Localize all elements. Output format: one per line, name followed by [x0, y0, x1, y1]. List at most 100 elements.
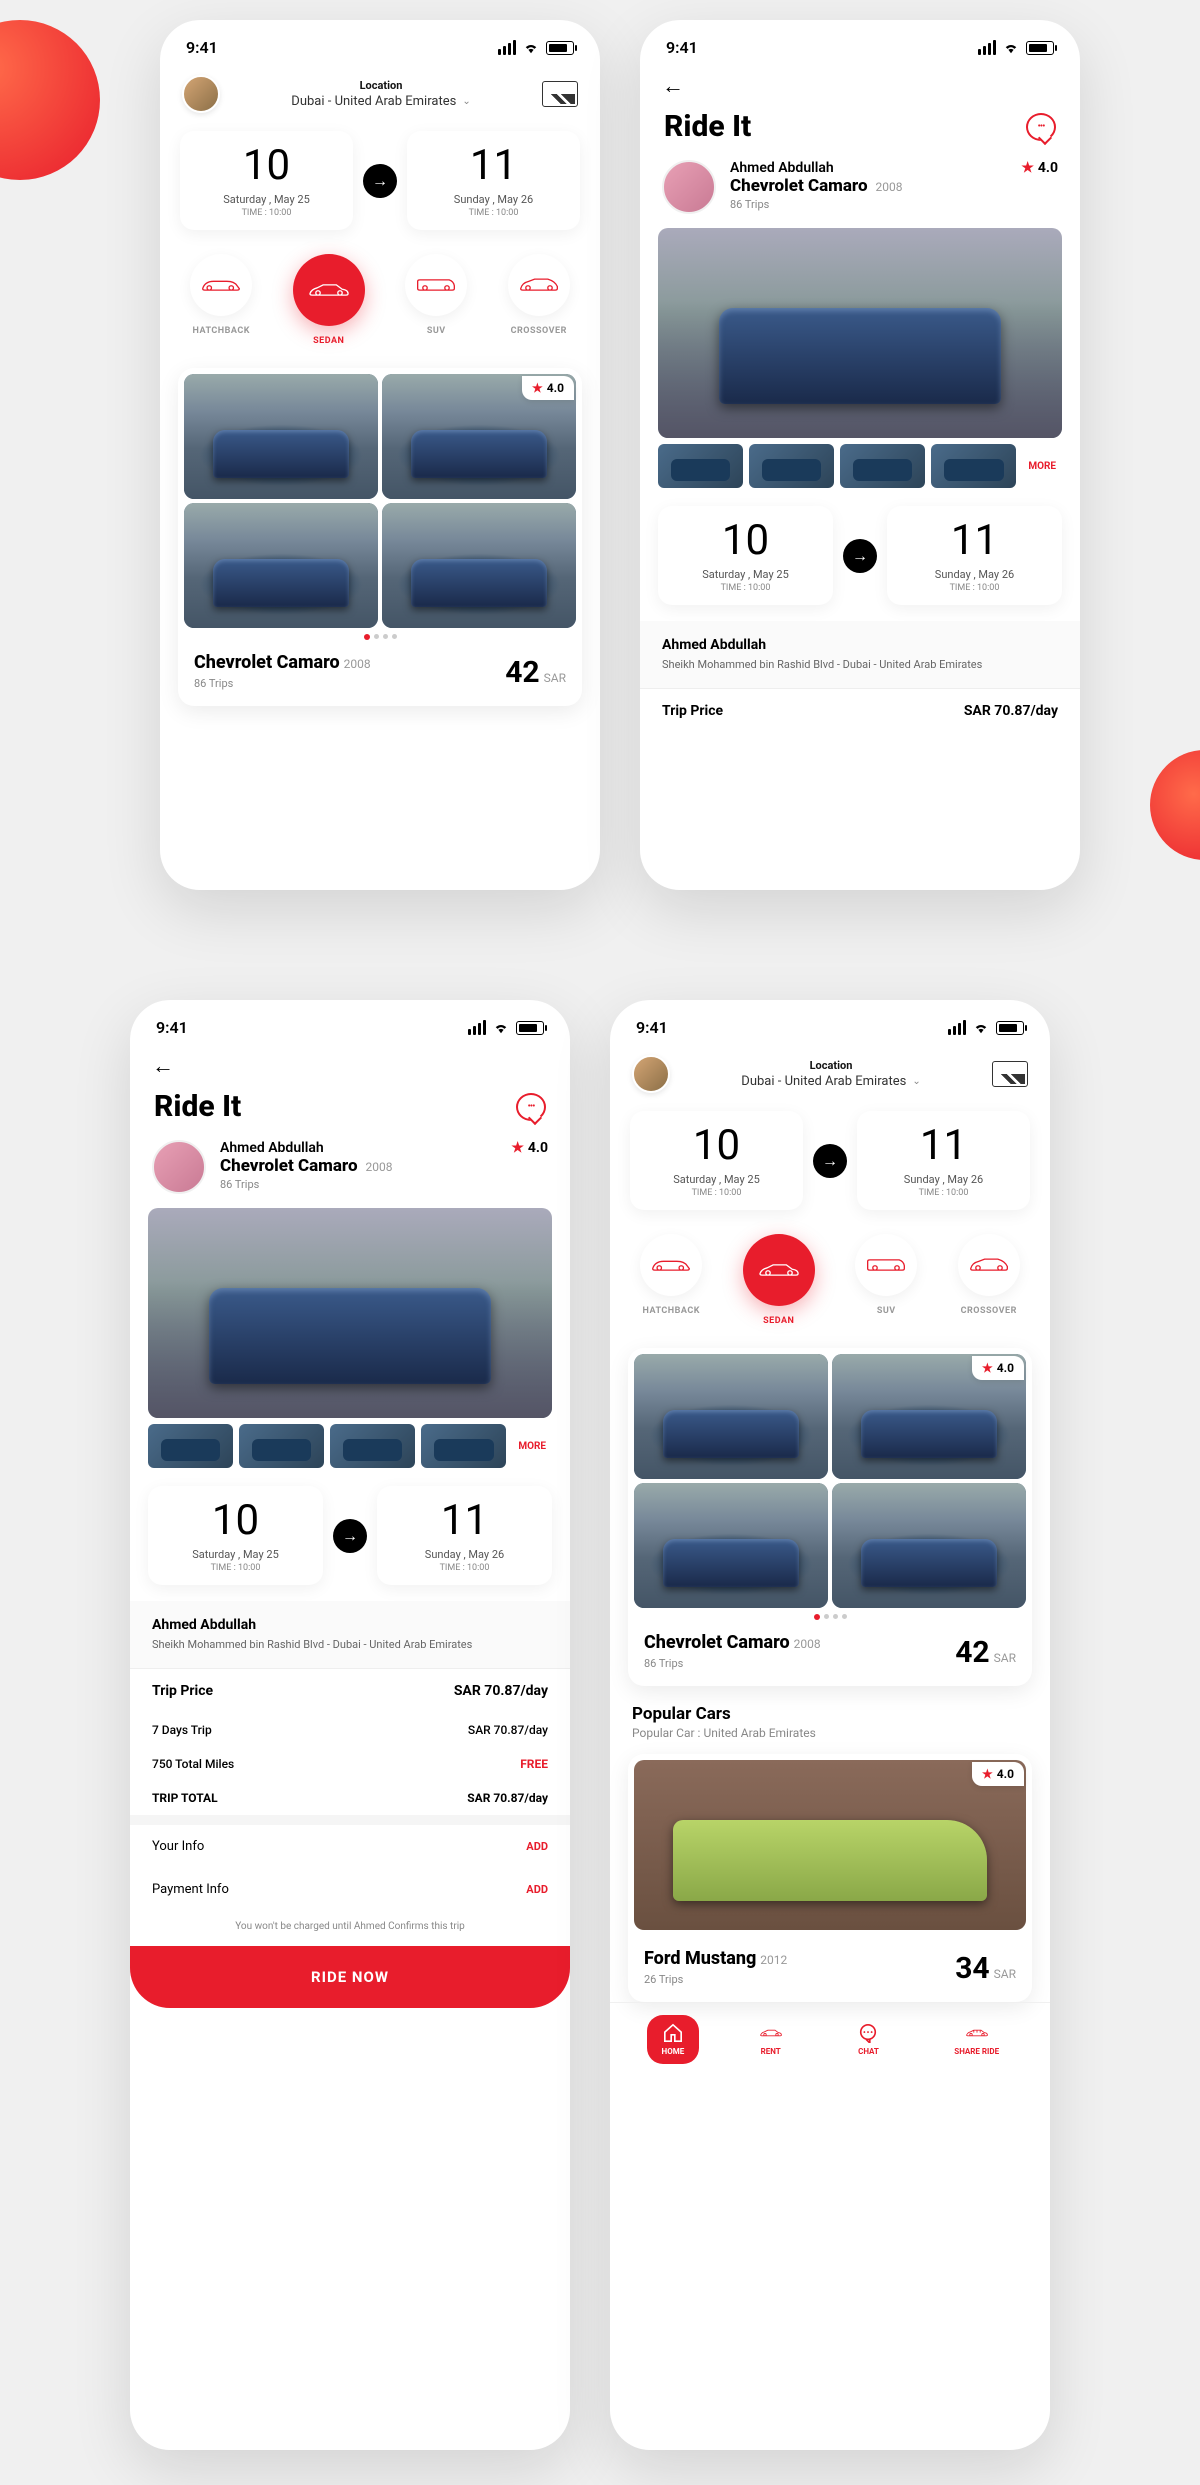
- end-date-card[interactable]: 11 Sunday , May 26 TIME : 10:00: [407, 131, 580, 230]
- popular-footer: Ford Mustang2012 26 Trips 34SAR: [628, 1936, 1032, 2002]
- listing-card[interactable]: ★4.0 Chevrolet Camaro2008 86 Trips 42SAR: [628, 1348, 1032, 1686]
- signal-icon: [498, 40, 516, 55]
- add-button[interactable]: ADD: [526, 1840, 548, 1853]
- phone-browse: 9:41 Location Dubai - United Arab Emirat…: [160, 20, 600, 890]
- suv-icon: [414, 275, 458, 295]
- more-button[interactable]: MORE: [512, 1441, 552, 1452]
- car-image[interactable]: [184, 503, 378, 628]
- date-range-picker[interactable]: 10 Saturday , May 25 TIME : 10:00 → 11 S…: [160, 131, 600, 230]
- category-label: SUV: [877, 1306, 896, 1316]
- category-sedan[interactable]: SEDAN: [743, 1234, 815, 1326]
- thumbnail[interactable]: [931, 444, 1016, 488]
- thumbnail[interactable]: [239, 1424, 324, 1468]
- car-image[interactable]: [832, 1483, 1026, 1608]
- status-time: 9:41: [156, 1018, 188, 1037]
- trip-price-label: Trip Price: [152, 1683, 213, 1699]
- popular-card[interactable]: ★4.0 Ford Mustang2012 26 Trips 34SAR: [628, 1754, 1032, 2002]
- total-value: SAR 70.87/day: [467, 1791, 548, 1805]
- ride-now-button[interactable]: RIDE NOW: [130, 1946, 570, 2008]
- thumbnail[interactable]: [421, 1424, 506, 1468]
- date-range-picker[interactable]: 10 Saturday , May 25 TIME : 10:00 → 11 S…: [658, 506, 1062, 605]
- back-button[interactable]: ←: [662, 73, 684, 99]
- category-sedan[interactable]: SEDAN: [293, 254, 365, 346]
- trip-price-row: Trip Price SAR 70.87/day: [130, 1668, 570, 1713]
- start-date-card[interactable]: 10 Saturday , May 25 TIME : 10:00: [658, 506, 833, 605]
- chat-icon[interactable]: [1026, 113, 1056, 141]
- thumbnail[interactable]: [749, 444, 834, 488]
- location-selector[interactable]: Location Dubai - United Arab Emirates⌄: [220, 79, 542, 109]
- days-value: SAR 70.87/day: [468, 1723, 548, 1737]
- start-date-card[interactable]: 10 Saturday , May 25 TIME : 10:00: [180, 131, 353, 230]
- thumbnail[interactable]: [330, 1424, 415, 1468]
- nav-home[interactable]: HOME: [647, 2015, 699, 2064]
- thumbnail[interactable]: [148, 1424, 233, 1468]
- gallery-icon[interactable]: [542, 81, 578, 107]
- trip-price-row: Trip Price SAR 70.87/day: [640, 688, 1080, 733]
- thumbnail-row: MORE: [130, 1418, 570, 1468]
- payment-info-row[interactable]: Payment Info ADD: [130, 1868, 570, 1911]
- category-crossover[interactable]: CROSSOVER: [958, 1234, 1020, 1326]
- car-trips: 86 Trips: [194, 677, 371, 690]
- owner-rating: ★4.0: [1021, 160, 1058, 176]
- category-hatchback[interactable]: HATCHBACK: [640, 1234, 702, 1326]
- start-date-card[interactable]: 10 Saturday , May 25 TIME : 10:00: [630, 1111, 803, 1210]
- avatar[interactable]: [632, 1055, 670, 1093]
- end-date-day: Sunday , May 26: [429, 193, 558, 206]
- battery-icon: [996, 1021, 1024, 1035]
- avatar[interactable]: [182, 75, 220, 113]
- back-button[interactable]: ←: [152, 1053, 174, 1079]
- car-image[interactable]: [634, 1483, 828, 1608]
- category-suv[interactable]: SUV: [405, 254, 467, 346]
- category-crossover[interactable]: CROSSOVER: [508, 254, 570, 346]
- start-date-time: TIME : 10:00: [652, 1188, 781, 1198]
- car-image[interactable]: [634, 1354, 828, 1479]
- miles-label: 750 Total Miles: [152, 1757, 234, 1771]
- status-bar: 9:41: [130, 1000, 570, 1047]
- trip-price-value: SAR 70.87/day: [454, 1683, 548, 1699]
- car-image[interactable]: [184, 374, 378, 499]
- start-date-card[interactable]: 10 Saturday , May 25 TIME : 10:00: [148, 1486, 323, 1585]
- end-date-num: 11: [429, 145, 558, 187]
- status-time: 9:41: [636, 1018, 668, 1037]
- date-range-picker[interactable]: 10 Saturday , May 25 TIME : 10:00 → 11 S…: [610, 1111, 1050, 1210]
- add-button[interactable]: ADD: [526, 1883, 548, 1896]
- end-date-card[interactable]: 11 Sunday , May 26 TIME : 10:00: [887, 506, 1062, 605]
- thumbnail[interactable]: [840, 444, 925, 488]
- location-selector[interactable]: Location Dubai - United Arab Emirates⌄: [670, 1059, 992, 1089]
- owner-row[interactable]: Ahmed Abdullah Chevrolet Camaro 2008 86 …: [640, 160, 1080, 214]
- end-date-num: 11: [879, 1125, 1008, 1167]
- your-info-row[interactable]: Your Info ADD: [130, 1825, 570, 1868]
- category-hatchback[interactable]: HATCHBACK: [190, 254, 252, 346]
- thumbnail[interactable]: [658, 444, 743, 488]
- start-date-time: TIME : 10:00: [170, 1563, 301, 1573]
- car-hero-image[interactable]: [148, 1208, 552, 1418]
- owner-avatar: [662, 160, 716, 214]
- car-currency: SAR: [994, 1651, 1016, 1665]
- car-year: 2008: [344, 657, 371, 671]
- gallery-icon[interactable]: [992, 1061, 1028, 1087]
- location-label: Location: [670, 1059, 992, 1072]
- more-button[interactable]: MORE: [1022, 461, 1062, 472]
- car-image[interactable]: [382, 503, 576, 628]
- location-value: Dubai - United Arab Emirates: [291, 94, 456, 109]
- car-hero-image[interactable]: [658, 228, 1062, 438]
- end-date-card[interactable]: 11 Sunday , May 26 TIME : 10:00: [377, 1486, 552, 1585]
- end-date-card[interactable]: 11 Sunday , May 26 TIME : 10:00: [857, 1111, 1030, 1210]
- nav-rent[interactable]: RENT: [745, 2015, 797, 2064]
- date-range-picker[interactable]: 10 Saturday , May 25 TIME : 10:00 → 11 S…: [148, 1486, 552, 1585]
- owner-row[interactable]: Ahmed Abdullah Chevrolet Camaro 2008 86 …: [130, 1140, 570, 1194]
- wifi-icon: [522, 41, 540, 55]
- end-date-time: TIME : 10:00: [429, 208, 558, 218]
- trip-price-value: SAR 70.87/day: [964, 703, 1058, 719]
- nav-label: RENT: [761, 2047, 781, 2056]
- nav-chat[interactable]: CHAT: [842, 2015, 894, 2064]
- listing-card[interactable]: ★4.0 Chevrolet Camaro2008 86 Trips 42SAR: [178, 368, 582, 706]
- popular-car-year: 2012: [760, 1953, 787, 1967]
- category-suv[interactable]: SUV: [855, 1234, 917, 1326]
- nav-share[interactable]: SHARE RIDE: [940, 2015, 1013, 2064]
- owner-trips: 86 Trips: [220, 1178, 497, 1191]
- chat-icon[interactable]: [516, 1093, 546, 1121]
- owner-rating: ★4.0: [511, 1140, 548, 1156]
- popular-car-image[interactable]: [634, 1760, 1026, 1930]
- location-label: Location: [220, 79, 542, 92]
